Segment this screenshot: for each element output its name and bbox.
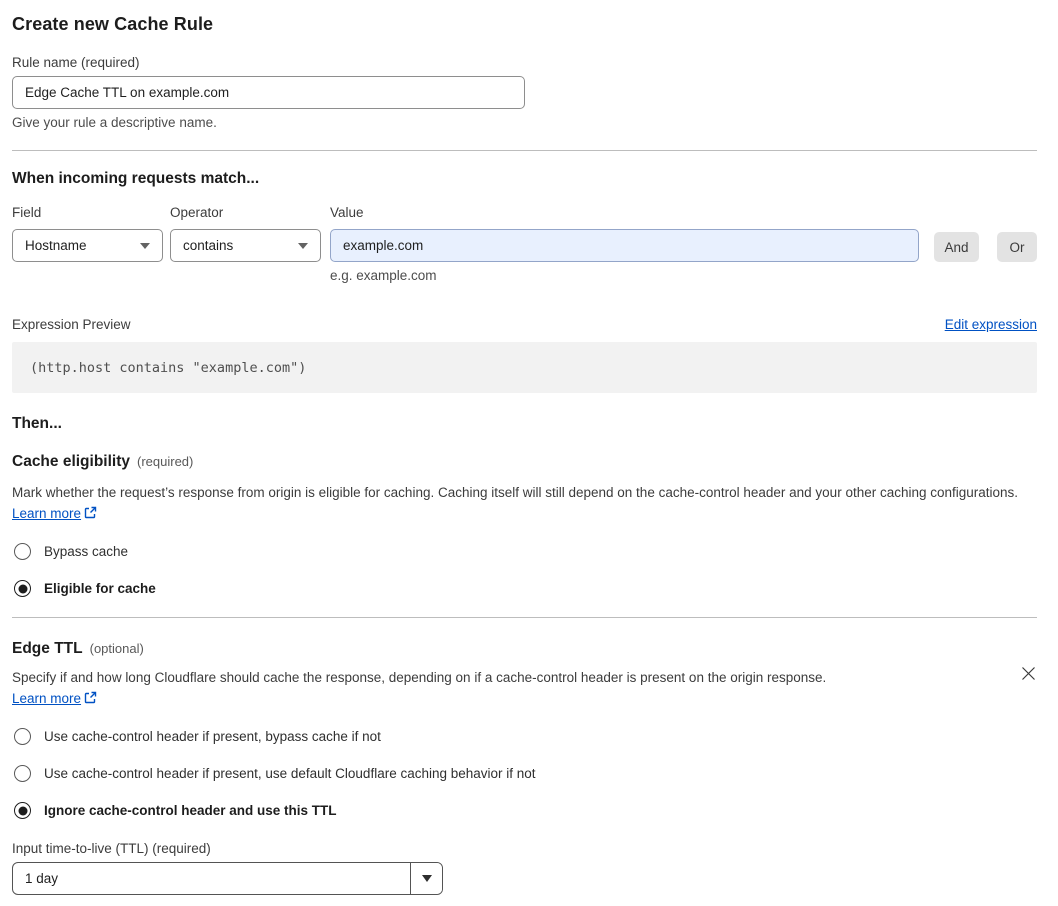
- radio-option-use-header-default[interactable]: Use cache-control header if present, use…: [12, 765, 1037, 782]
- operator-select-value: contains: [183, 238, 234, 253]
- optional-tag: (optional): [89, 641, 144, 656]
- chevron-down-icon: [421, 875, 432, 882]
- cache-eligibility-section: Cache eligibility (required) Mark whethe…: [12, 453, 1037, 597]
- rule-name-helper: Give your rule a descriptive name.: [12, 115, 217, 130]
- external-link-icon: [84, 504, 97, 525]
- cache-eligibility-heading-row: Cache eligibility (required): [12, 453, 1037, 471]
- edge-ttl-heading-row: Edge TTL (optional): [12, 640, 1037, 658]
- radio-icon: [14, 728, 31, 745]
- learn-more-link[interactable]: Learn more: [12, 691, 81, 706]
- and-button[interactable]: And: [934, 232, 979, 262]
- expression-preview-row: Expression Preview Edit expression: [12, 317, 1037, 332]
- description-text: Mark whether the request’s response from…: [12, 485, 1019, 500]
- radio-option-bypass-cache[interactable]: Bypass cache: [12, 543, 1037, 560]
- required-tag: (required): [137, 454, 194, 469]
- learn-more-link[interactable]: Learn more: [12, 506, 81, 521]
- edge-ttl-description: Specify if and how long Cloudflare shoul…: [12, 667, 847, 710]
- section-divider: [12, 617, 1037, 618]
- rule-name-input[interactable]: [12, 76, 525, 109]
- create-cache-rule-page: Create new Cache Rule Rule name (require…: [0, 0, 1058, 895]
- radio-option-eligible-for-cache[interactable]: Eligible for cache: [12, 580, 1037, 597]
- edge-ttl-section: Edge TTL (optional) Specify if and how l…: [12, 640, 1037, 895]
- or-button[interactable]: Or: [997, 232, 1037, 262]
- radio-label: Use cache-control header if present, byp…: [44, 729, 381, 744]
- radio-label: Use cache-control header if present, use…: [44, 766, 536, 781]
- radio-label: Ignore cache-control header and use this…: [44, 803, 337, 818]
- radio-label: Bypass cache: [44, 544, 129, 559]
- cache-eligibility-heading: Cache eligibility: [12, 453, 131, 470]
- operator-column: Operator contains: [170, 205, 321, 283]
- value-column: Value e.g. example.com: [330, 205, 919, 283]
- radio-option-ignore-header-ttl[interactable]: Ignore cache-control header and use this…: [12, 802, 1037, 819]
- radio-icon: [14, 765, 31, 782]
- ttl-select[interactable]: 1 day: [12, 862, 443, 895]
- edit-expression-link[interactable]: Edit expression: [945, 317, 1037, 332]
- edge-ttl-heading: Edge TTL: [12, 640, 83, 657]
- ttl-label: Input time-to-live (TTL) (required): [12, 841, 211, 856]
- rule-name-label: Rule name (required): [12, 55, 140, 70]
- and-or-buttons: And Or: [934, 232, 1037, 283]
- radio-option-use-header-bypass[interactable]: Use cache-control header if present, byp…: [12, 728, 1037, 745]
- ttl-select-arrow-button[interactable]: [410, 863, 442, 894]
- page-title: Create new Cache Rule: [12, 14, 214, 34]
- expression-preview-label: Expression Preview: [12, 317, 131, 332]
- close-icon[interactable]: [1019, 664, 1037, 682]
- radio-icon: [14, 580, 31, 597]
- chevron-down-icon: [298, 242, 308, 249]
- match-heading: When incoming requests match...: [12, 170, 260, 187]
- field-select[interactable]: Hostname: [12, 229, 163, 262]
- chevron-down-icon: [140, 242, 150, 249]
- external-link-icon: [84, 689, 97, 710]
- operator-select[interactable]: contains: [170, 229, 321, 262]
- cache-eligibility-description: Mark whether the request’s response from…: [12, 482, 1037, 525]
- field-label: Field: [12, 205, 42, 220]
- radio-icon: [14, 802, 31, 819]
- operator-label: Operator: [170, 205, 224, 220]
- description-text: Specify if and how long Cloudflare shoul…: [12, 670, 827, 685]
- expression-preview-code: (http.host contains "example.com"): [12, 342, 1037, 393]
- field-column: Field Hostname: [12, 205, 163, 283]
- value-helper: e.g. example.com: [330, 268, 437, 283]
- field-select-value: Hostname: [25, 238, 87, 253]
- value-label: Value: [330, 205, 364, 220]
- radio-icon: [14, 543, 31, 560]
- ttl-select-value: 1 day: [25, 871, 59, 886]
- match-condition-row: Field Hostname Operator contains Value e…: [12, 205, 1037, 283]
- section-divider: [12, 150, 1037, 151]
- value-input[interactable]: [330, 229, 919, 262]
- radio-label: Eligible for cache: [44, 581, 156, 596]
- then-heading: Then...: [12, 415, 62, 432]
